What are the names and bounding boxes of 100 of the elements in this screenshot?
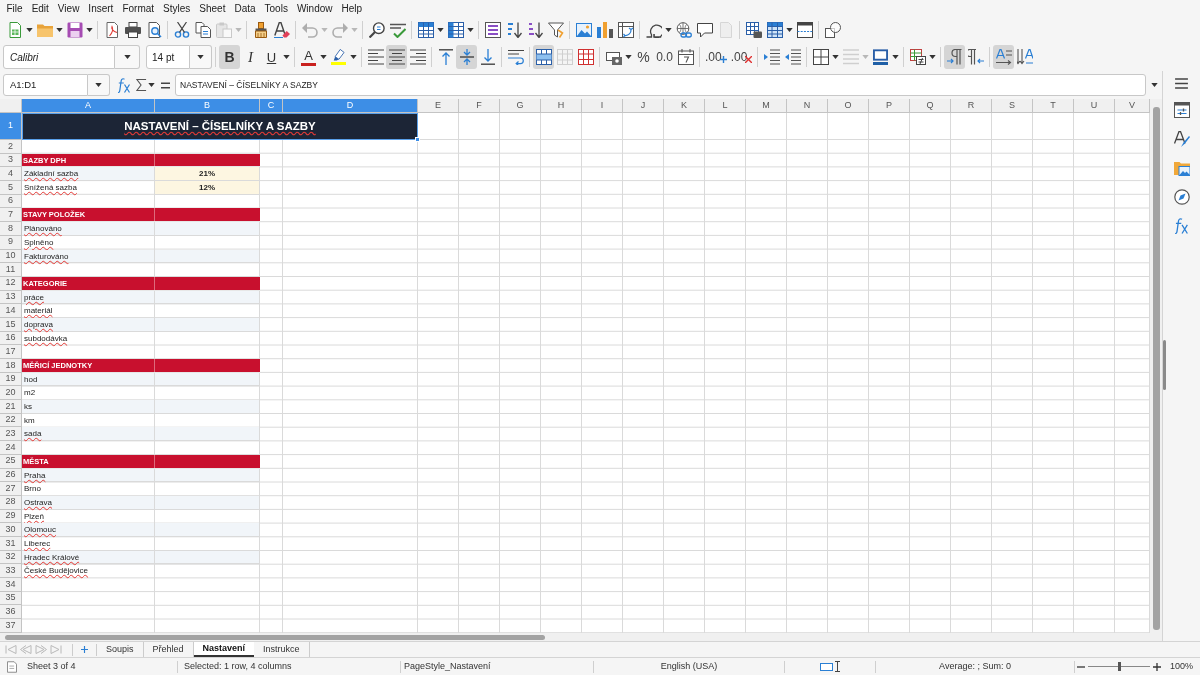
row-header[interactable]: 8 [0,222,22,236]
row-header[interactable]: 30 [0,523,22,537]
column-header[interactable]: G [500,99,541,113]
row-header[interactable]: 14 [0,304,22,318]
name-box[interactable]: A1:D1 [3,74,88,96]
sheet-tab[interactable]: Přehled [143,642,194,657]
zoom-percentage[interactable]: 100% [1170,659,1194,674]
column-header[interactable]: I [582,99,623,113]
column-header[interactable]: E [418,99,459,113]
sheet-tab[interactable]: Soupis [97,642,144,657]
plus-icon[interactable] [1153,662,1161,671]
text-horizontal-button[interactable] [993,45,1015,69]
document-icon[interactable] [7,660,17,673]
column-header[interactable]: R [951,99,992,113]
equals-icon[interactable] [161,81,170,89]
font-name-field[interactable]: Calibri [3,45,115,69]
column-header[interactable]: U [1074,99,1115,113]
align-center-button[interactable] [386,45,407,69]
row-header[interactable]: 21 [0,400,22,414]
compass-icon[interactable] [1173,189,1190,205]
column-header[interactable]: T [1033,99,1074,113]
menu-item[interactable]: File [2,0,28,16]
caret-icon[interactable] [350,55,357,59]
selection-rectangle-icon[interactable] [820,662,833,671]
bold-button[interactable]: B [219,45,240,69]
plus-icon[interactable] [81,646,88,653]
sidebar-grip[interactable] [1163,340,1166,390]
row-header[interactable]: 17 [0,345,22,359]
column-header[interactable]: L [705,99,746,113]
row-header[interactable]: 5 [0,181,22,195]
caret-icon[interactable] [625,55,632,59]
row-header[interactable]: 2 [0,140,22,154]
caret-icon[interactable] [123,55,131,59]
column-header[interactable]: V [1115,99,1150,113]
row-header[interactable]: 4 [0,167,22,182]
summary-label[interactable]: Average: ; Sum: 0 [876,659,1074,674]
column-header[interactable]: P [869,99,910,113]
column-header[interactable]: H [541,99,582,113]
caret-icon[interactable] [665,27,672,32]
caret-icon[interactable] [283,55,290,59]
italic-button[interactable]: I [240,45,261,69]
function-wizard-icon[interactable] [118,77,130,93]
font-color-button[interactable]: A [298,45,319,69]
row-header[interactable]: 7 [0,208,22,223]
caret-icon[interactable] [86,27,93,32]
menu-item[interactable]: Tools [260,0,293,16]
column-header[interactable]: O [828,99,869,113]
caret-icon[interactable] [197,55,204,59]
font-size-dropdown[interactable] [190,45,212,69]
menu-item[interactable]: Styles [158,0,195,16]
caret-icon[interactable] [892,55,900,59]
row-header[interactable]: 37 [0,619,22,633]
letter-brush-icon[interactable] [1173,131,1190,147]
row-header[interactable]: 20 [0,386,22,401]
row-header[interactable]: 34 [0,578,22,592]
caret-icon[interactable] [929,55,937,59]
number-format-button[interactable]: 0.0 [654,45,675,69]
column-header[interactable]: K [664,99,705,113]
menu-item[interactable]: Data [229,0,261,16]
caret-icon[interactable] [786,27,793,32]
caret-icon[interactable] [95,83,102,87]
row-header[interactable]: 36 [0,605,22,620]
underline-button[interactable]: U [261,45,282,69]
caret-icon[interactable] [1151,83,1158,87]
menu-item[interactable]: Help [337,0,367,16]
delete-decimal-button[interactable]: .00 [728,45,755,69]
caret-icon[interactable] [437,27,444,32]
menu-item[interactable]: Sheet [194,0,230,16]
menu-item[interactable]: Edit [27,0,54,16]
window-sliders-icon[interactable] [1173,102,1190,118]
row-header[interactable]: 23 [0,427,22,442]
caret-icon[interactable] [56,27,63,32]
caret-icon[interactable] [26,27,33,32]
caret-icon[interactable] [832,55,840,59]
column-header[interactable]: N [787,99,828,113]
percent-format-button[interactable]: % [633,45,654,69]
caret-icon[interactable] [148,83,155,87]
column-header[interactable]: J [623,99,664,113]
fx-icon[interactable] [1175,218,1188,234]
row-header[interactable]: 18 [0,359,22,373]
text-cursor-icon[interactable] [835,661,840,672]
zoom-slider[interactable] [1088,662,1150,671]
menu-item[interactable]: Insert [83,0,118,16]
name-box-dropdown[interactable] [88,74,110,96]
column-header[interactable]: S [992,99,1033,113]
language-label[interactable]: English (USA) [594,659,784,674]
font-size-field[interactable]: 14 pt [146,45,190,69]
scrollbar-thumb[interactable] [1152,107,1160,630]
row-header[interactable]: 27 [0,482,22,496]
row-header[interactable]: 24 [0,441,22,455]
scrollbar-thumb[interactable] [5,634,545,640]
center-vertically-button[interactable] [456,45,477,69]
left-to-right-button[interactable] [944,45,966,69]
sheet-tab[interactable]: Nastavení [193,642,255,657]
row-header[interactable]: 33 [0,564,22,578]
menu-item[interactable]: Window [292,0,337,16]
zoom-slider-thumb[interactable] [1118,662,1121,671]
column-header[interactable]: Q [910,99,951,113]
menu-icon[interactable] [1175,78,1188,89]
sheet-tab[interactable]: Instrukce [254,642,310,657]
